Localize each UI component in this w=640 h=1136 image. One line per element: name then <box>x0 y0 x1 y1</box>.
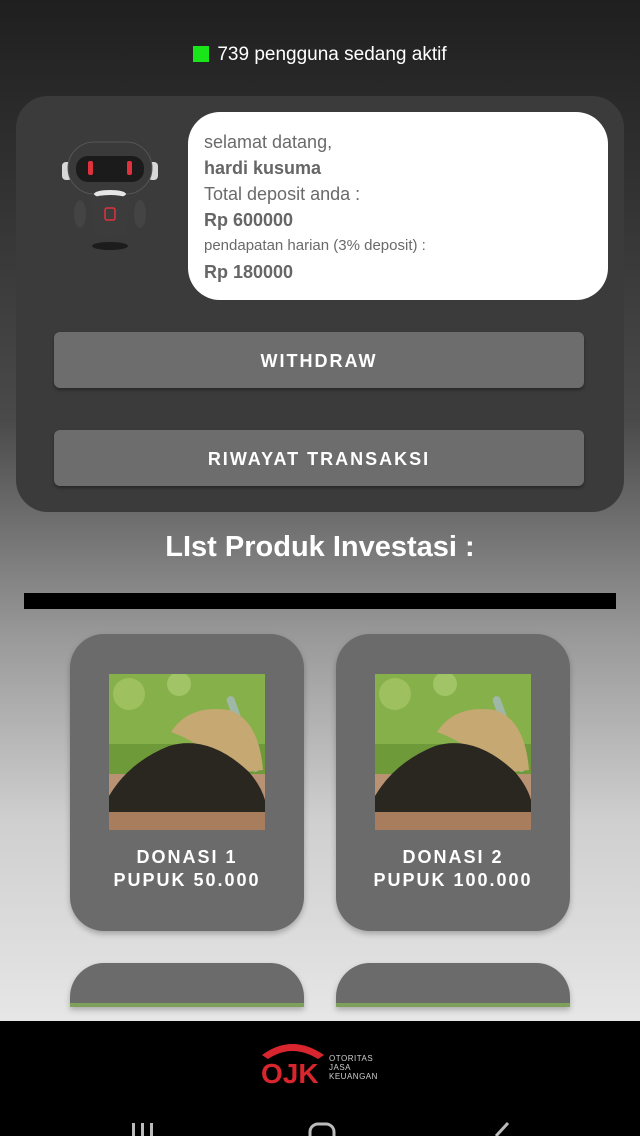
product-subtitle: PUPUK 50.000 <box>113 870 261 890</box>
org-line: JASA <box>329 1063 352 1072</box>
active-users-status: 739 pengguna sedang aktif <box>0 44 640 66</box>
product-card-donasi-2[interactable]: DONASI 2 PUPUK 100.000 <box>336 634 570 931</box>
ojk-logo: OJK <box>261 1044 324 1087</box>
withdraw-button[interactable]: WITHDRAW <box>54 332 584 388</box>
org-line: KEUANGAN <box>329 1072 378 1081</box>
deposit-label: Total deposit anda : <box>204 184 361 204</box>
user-name: hardi kusuma <box>204 158 322 178</box>
product-image-edge <box>70 1003 304 1007</box>
product-card-donasi-1[interactable]: DONASI 1 PUPUK 50.000 <box>70 634 304 931</box>
robot-avatar-icon <box>62 141 158 250</box>
product-name: DONASI 2 PUPUK 100.000 <box>336 846 570 892</box>
footer-bar: OJK OTORITAS JASA KEUANGAN <box>0 1021 640 1136</box>
daily-income-value: Rp 180000 <box>204 262 294 282</box>
daily-income-label: pendapatan harian (3% deposit) : <box>204 237 426 254</box>
org-line: OTORITAS <box>329 1054 374 1063</box>
back-icon[interactable] <box>490 1121 512 1136</box>
ojk-org-text: OTORITAS JASA KEUANGAN <box>329 1054 378 1081</box>
product-subtitle: PUPUK 100.000 <box>373 870 533 890</box>
product-name: DONASI 1 PUPUK 50.000 <box>70 846 304 892</box>
recent-apps-icon[interactable] <box>130 1121 156 1136</box>
product-image-edge <box>336 1003 570 1007</box>
divider <box>24 593 616 609</box>
greeting-text: selamat datang, <box>204 132 333 152</box>
active-users-text: 739 pengguna sedang aktif <box>217 44 447 65</box>
product-title: DONASI 1 <box>136 847 238 867</box>
svg-text:OJK: OJK <box>261 1058 319 1087</box>
product-list-title: LIst Produk Investasi : <box>165 531 475 563</box>
welcome-card: selamat datang, hardi kusuma Total depos… <box>16 96 624 512</box>
home-icon[interactable] <box>307 1121 337 1136</box>
soil-fertilizer-image <box>375 674 531 830</box>
product-title: DONASI 2 <box>402 847 504 867</box>
online-indicator-icon <box>193 46 210 62</box>
deposit-value: Rp 600000 <box>204 210 294 230</box>
soil-fertilizer-image <box>109 674 265 830</box>
transaction-history-button[interactable]: RIWAYAT TRANSAKSI <box>54 430 584 486</box>
product-card-partial[interactable] <box>336 963 570 1007</box>
product-card-partial[interactable] <box>70 963 304 1007</box>
welcome-bubble: selamat datang, hardi kusuma Total depos… <box>188 112 608 300</box>
